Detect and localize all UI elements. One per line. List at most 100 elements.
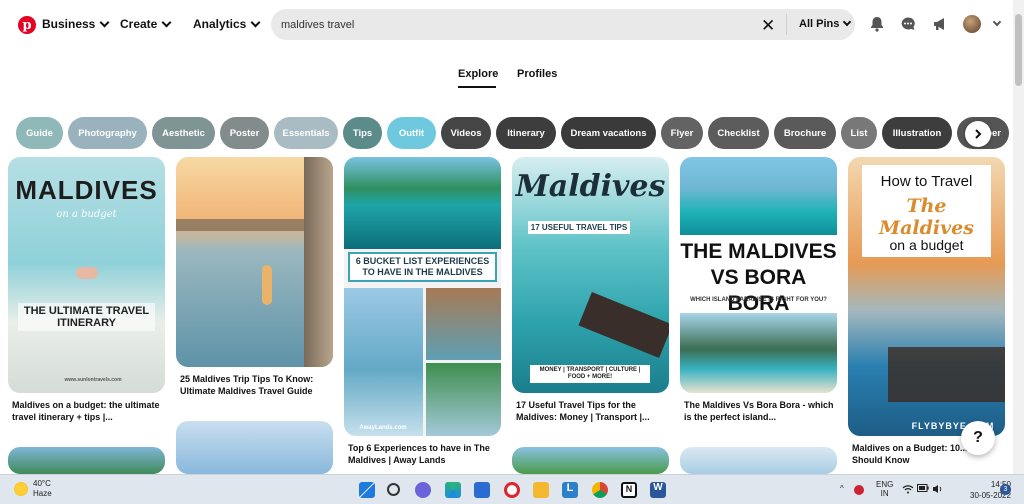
- pin-image-deck: [888, 347, 1005, 402]
- mail-icon[interactable]: [474, 482, 490, 498]
- chip-guide[interactable]: Guide: [16, 117, 63, 149]
- weather-widget[interactable]: 40°C Haze: [14, 479, 52, 499]
- pinterest-logo-icon[interactable]: p: [18, 16, 36, 34]
- chip-aesthetic[interactable]: Aesthetic: [152, 117, 215, 149]
- updates-megaphone-icon[interactable]: [930, 14, 950, 34]
- chrome-icon[interactable]: [592, 482, 608, 498]
- chip-illustration[interactable]: Illustration: [882, 117, 952, 149]
- avatar[interactable]: [963, 15, 981, 33]
- chip-photography[interactable]: Photography: [68, 117, 147, 149]
- analytics-menu[interactable]: Analytics: [193, 17, 261, 31]
- chip-outfit[interactable]: Outfit: [387, 117, 436, 149]
- search-bar: ✕ All Pins: [271, 9, 855, 40]
- windows-taskbar: 40°C Haze L N W ^ ENG IN 14:50 30-05-202…: [0, 474, 1024, 504]
- pin-image-overwater: [680, 157, 837, 235]
- tab-explore[interactable]: Explore: [458, 68, 498, 80]
- chip-essentials[interactable]: Essentials: [274, 117, 338, 149]
- chips-next-button[interactable]: [965, 121, 991, 147]
- top-nav-bar: p Business Create Analytics ✕ All Pins: [0, 0, 1024, 50]
- page-scrollbar[interactable]: [1013, 0, 1024, 474]
- edge-browser-icon[interactable]: [445, 482, 461, 498]
- notion-icon[interactable]: N: [621, 482, 637, 498]
- chip-tips[interactable]: Tips: [343, 117, 382, 149]
- chip-list[interactable]: List: [841, 117, 877, 149]
- pin-image-caption: MONEY | TRANSPORT | CULTURE | FOOD + MOR…: [530, 365, 650, 383]
- chevron-right-icon: [975, 129, 982, 139]
- scrollbar-thumb[interactable]: [1015, 14, 1022, 86]
- search-icon[interactable]: [387, 483, 400, 496]
- pin-image-bora-bora: [680, 313, 837, 393]
- app-l-icon[interactable]: L: [562, 482, 578, 498]
- chevron-down-icon: [99, 17, 110, 27]
- search-scope-label: All Pins: [799, 18, 840, 30]
- pin-image-script: on a budget: [56, 209, 117, 220]
- pin-image[interactable]: How to Travel The Maldives on a budget F…: [848, 157, 1005, 436]
- pin-image-script: Maldives: [515, 169, 666, 204]
- pin-title[interactable]: 25 Maldives Trip Tips To Know: Ultimate …: [180, 373, 330, 397]
- pin-image-watermark: AwayLands.com: [359, 425, 407, 431]
- pin-image[interactable]: THE MALDIVES VS BORA BORA WHICH ISLAND P…: [680, 157, 837, 393]
- pin-image[interactable]: [176, 157, 333, 367]
- tray-security-icon[interactable]: [854, 485, 864, 495]
- active-tab-indicator: [458, 86, 496, 88]
- chip-flyer[interactable]: Flyer: [661, 117, 703, 149]
- notifications-bell-icon[interactable]: [867, 14, 887, 34]
- volume-icon[interactable]: [932, 484, 943, 496]
- file-explorer-icon[interactable]: [533, 482, 549, 498]
- pin-title[interactable]: Maldives on a budget: the ultimate trave…: [12, 399, 162, 423]
- pin-image-headline: How to Travel: [880, 173, 973, 190]
- account-chevron-down-icon[interactable]: [987, 14, 1007, 34]
- pin-title[interactable]: Top 6 Experiences to have in The Maldive…: [348, 442, 498, 466]
- pin-image[interactable]: MALDIVES on a budget THE ULTIMATE TRAVEL…: [8, 157, 165, 393]
- tray-chevron-up-icon[interactable]: ^: [840, 484, 844, 493]
- pin-image-subtitle: THE ULTIMATE TRAVEL ITINERARY: [18, 303, 155, 331]
- chip-brochure[interactable]: Brochure: [774, 117, 836, 149]
- chip-checklist[interactable]: Checklist: [708, 117, 769, 149]
- pin-image[interactable]: [8, 447, 165, 474]
- pin-image-headline: THE MALDIVES VS BORA BORA: [680, 240, 837, 315]
- pin-image-subtitle: on a budget: [889, 237, 964, 253]
- pin-image-deck: [304, 157, 333, 367]
- pin-image-pool: [344, 288, 423, 436]
- chip-dream-vacations[interactable]: Dream vacations: [561, 117, 656, 149]
- chip-itinerary[interactable]: Itinerary: [496, 117, 556, 149]
- tab-profiles[interactable]: Profiles: [517, 68, 557, 80]
- pin-image[interactable]: [680, 447, 837, 474]
- pin-image[interactable]: [176, 421, 333, 474]
- battery-icon[interactable]: [917, 484, 929, 494]
- pin-image-figure: [76, 267, 98, 279]
- region-code[interactable]: IN: [876, 489, 893, 498]
- pin-image-subtitle: 17 USEFUL TRAVEL TIPS: [528, 221, 630, 234]
- wifi-icon[interactable]: [902, 484, 914, 496]
- pin-image[interactable]: 6 BUCKET LIST EXPERIENCES TO HAVE IN THE…: [344, 157, 501, 436]
- pin-image-watermark: www.sunlontravels.com: [64, 377, 122, 383]
- windows-start-icon[interactable]: [359, 482, 375, 498]
- weather-sun-icon: [14, 482, 28, 496]
- search-input[interactable]: [281, 9, 741, 40]
- pin-image[interactable]: [512, 447, 669, 474]
- analytics-label: Analytics: [193, 17, 247, 31]
- pin-image[interactable]: Maldives 17 USEFUL TRAVEL TIPS MONEY | T…: [512, 157, 669, 393]
- pin-image-script: The Maldives: [879, 195, 974, 239]
- opera-icon[interactable]: [504, 482, 520, 498]
- weather-temp: 40°C: [33, 479, 51, 488]
- pin-image-villa: [426, 288, 501, 360]
- chip-videos[interactable]: Videos: [441, 117, 491, 149]
- business-menu[interactable]: Business: [42, 17, 110, 31]
- create-menu[interactable]: Create: [120, 17, 172, 31]
- language-code[interactable]: ENG: [876, 480, 893, 489]
- search-scope-dropdown[interactable]: All Pins: [799, 17, 852, 30]
- word-icon[interactable]: W: [650, 482, 666, 498]
- chat-icon[interactable]: [415, 482, 431, 498]
- chevron-down-icon: [250, 17, 261, 27]
- pin-image-subtitle: WHICH ISLAND PARADISE IS RIGHT FOR YOU?: [690, 297, 827, 303]
- messages-icon[interactable]: [898, 14, 918, 34]
- help-button[interactable]: ?: [961, 421, 995, 455]
- clear-search-icon[interactable]: ✕: [761, 16, 775, 36]
- notification-badge[interactable]: 3: [1000, 484, 1011, 495]
- chip-poster[interactable]: Poster: [220, 117, 269, 149]
- pin-title[interactable]: The Maldives Vs Bora Bora - which is the…: [684, 399, 834, 423]
- pin-title[interactable]: 17 Useful Travel Tips for the Maldives: …: [516, 399, 666, 423]
- pin-image-beach: [426, 363, 501, 436]
- weather-condition: Haze: [33, 489, 52, 498]
